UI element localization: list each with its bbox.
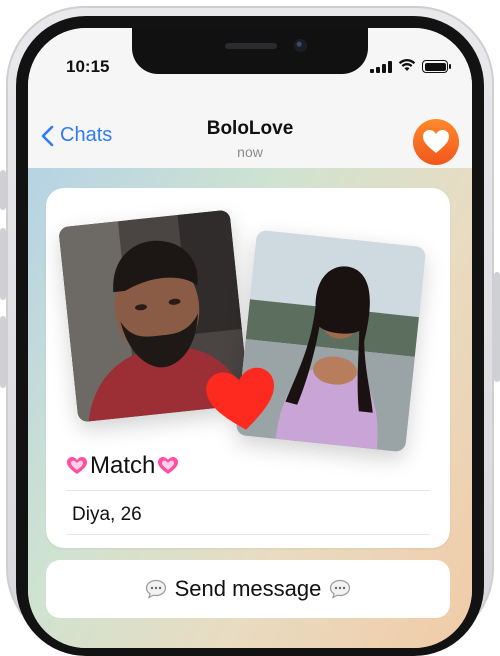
signal-icon (370, 61, 392, 73)
chat-avatar[interactable] (413, 119, 459, 165)
send-message-button[interactable]: Send message (46, 560, 450, 618)
avatar-heart-icon (423, 130, 449, 153)
profile-name: Diya, 26 (72, 504, 142, 525)
speech-bubble-icon (330, 579, 351, 599)
status-bar: 10:15 (28, 28, 472, 108)
front-camera (294, 39, 307, 52)
screen: 10:15 Chats BoloLove now Match Diya, 26 … (28, 28, 472, 648)
match-card: Match Diya, 26 (46, 188, 450, 548)
side-button (494, 272, 500, 382)
wifi-icon (398, 59, 416, 71)
match-text: Match (90, 452, 156, 479)
phone-mockup: 10:15 Chats BoloLove now Match Diya, 26 … (0, 0, 500, 656)
status-time: 10:15 (66, 57, 110, 76)
chat-status: now (237, 144, 263, 160)
heart-icon (206, 367, 274, 430)
chat-header: Chats BoloLove now (28, 102, 472, 169)
divider (66, 534, 430, 535)
speaker (225, 43, 277, 49)
speech-bubble-icon (145, 579, 166, 599)
match-label: Match (66, 452, 179, 480)
send-message-label: Send message (174, 576, 322, 601)
pink-heart-icon (158, 457, 179, 474)
chat-title[interactable]: BoloLove (28, 118, 472, 140)
battery-icon (422, 60, 451, 73)
notch (132, 28, 368, 74)
divider (66, 490, 430, 491)
pink-heart-icon (67, 457, 87, 474)
